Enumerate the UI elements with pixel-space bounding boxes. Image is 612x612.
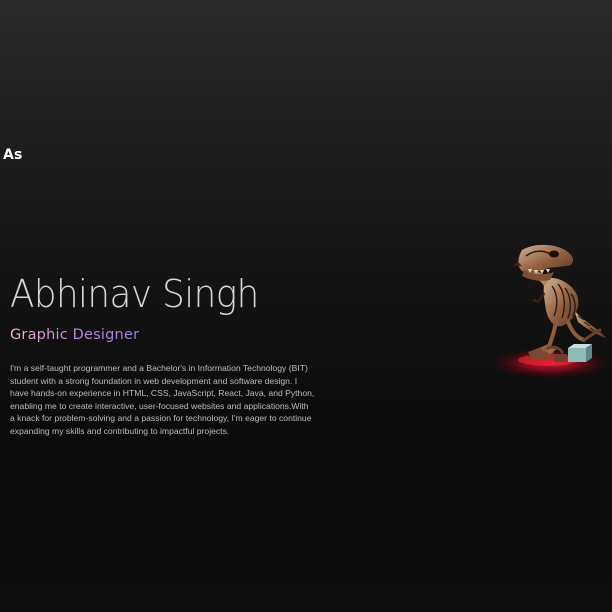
dinosaur-model <box>488 236 612 386</box>
hero-role: Graphic Designer <box>10 327 140 343</box>
hero-name: Abhinav Singh <box>10 272 259 316</box>
hero-section: Abhinav Singh Graphic Designer I'm a sel… <box>10 270 330 446</box>
dinosaur-skeleton-icon <box>488 244 612 379</box>
hero-bio: I'm a self-taught programmer and a Bache… <box>10 363 315 436</box>
logo-text[interactable]: As <box>3 147 23 163</box>
